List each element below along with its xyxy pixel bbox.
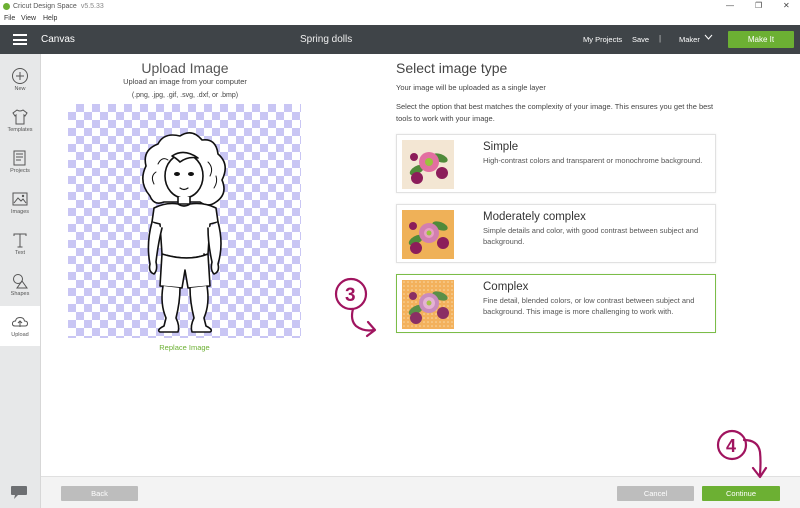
annotation-step-3: 3: [345, 285, 356, 306]
close-window-button[interactable]: ✕: [783, 1, 790, 10]
save-link[interactable]: Save: [632, 35, 649, 44]
cancel-button[interactable]: Cancel: [617, 486, 694, 501]
my-projects-link[interactable]: My Projects: [583, 35, 622, 44]
supported-formats: (.png, .jpg, .gif, .svg, .dxf, or .bmp): [131, 92, 239, 99]
simple-thumbnail: [402, 140, 454, 189]
sidebar-item-text[interactable]: Text: [0, 224, 40, 264]
chevron-down-icon[interactable]: [704, 33, 713, 43]
shirt-icon: [12, 109, 28, 125]
title-bar: Cricut Design Space v5.5.33 — ❐ ✕: [0, 0, 800, 14]
option-simple[interactable]: Simple High-contrast colors and transpar…: [396, 134, 716, 193]
make-it-button[interactable]: Make It: [728, 31, 794, 48]
minimize-button[interactable]: —: [726, 1, 734, 10]
option-name: Moderately complex: [483, 211, 586, 223]
machine-selector[interactable]: Maker: [679, 35, 700, 44]
sidebar-item-label: Projects: [10, 168, 30, 174]
image-icon: [12, 192, 28, 206]
option-description: High-contrast colors and transparent or …: [483, 156, 703, 165]
select-type-subtitle: Your image will be uploaded as a single …: [396, 83, 546, 92]
select-type-description: Select the option that best matches the …: [396, 102, 714, 123]
sidebar-item-label: Templates: [7, 127, 33, 133]
hamburger-menu-icon[interactable]: [13, 34, 27, 45]
menu-help[interactable]: Help: [43, 15, 57, 22]
select-type-title: Select image type: [396, 60, 508, 76]
sidebar-item-label: Text: [14, 250, 26, 256]
sidebar-item-label: Images: [10, 209, 30, 215]
menu-view[interactable]: View: [21, 15, 36, 22]
replace-image-link[interactable]: Replace Image: [68, 343, 301, 352]
upload-subtitle: Upload an image from your computer: [123, 77, 247, 86]
app-title: Cricut Design Space v5.5.33: [13, 3, 104, 10]
annotation-arrow-step-4: [742, 438, 762, 476]
option-description: Simple details and color, with good cont…: [483, 226, 699, 246]
upload-title: Upload Image: [141, 60, 229, 76]
header-separator: |: [659, 34, 662, 43]
sidebar-item-shapes[interactable]: Shapes: [0, 265, 40, 305]
text-icon: [13, 233, 27, 248]
image-preview: [68, 104, 301, 338]
sidebar-item-label: New: [14, 86, 26, 92]
plus-circle-icon: [12, 68, 28, 84]
bottom-action-bar: Back Cancel Continue: [41, 476, 800, 508]
restore-button[interactable]: ❐: [755, 1, 762, 10]
complex-thumbnail: [402, 280, 454, 329]
sidebar-item-upload[interactable]: Upload: [0, 306, 40, 346]
option-name: Complex: [483, 281, 529, 293]
left-sidebar: New Templates Projects Images Text Shape…: [0, 54, 41, 508]
menu-bar: File View Help: [0, 14, 800, 25]
chat-bubble-icon[interactable]: [10, 484, 28, 500]
option-complex[interactable]: Complex Fine detail, blended colors, or …: [396, 274, 716, 333]
cricut-logo-icon: [3, 3, 10, 10]
annotation-circle-step-3: [334, 277, 368, 311]
option-moderately-complex[interactable]: Moderately complex Simple details and co…: [396, 204, 716, 263]
option-name: Simple: [483, 141, 519, 153]
moderately-complex-thumbnail: [402, 210, 454, 259]
sidebar-item-images[interactable]: Images: [0, 183, 40, 223]
menu-file[interactable]: File: [4, 15, 15, 22]
annotation-arrow-step-3: [350, 307, 376, 332]
projects-icon: [13, 150, 26, 166]
upload-cloud-icon: [11, 316, 29, 327]
continue-button[interactable]: Continue: [702, 486, 780, 501]
project-name: Spring dolls: [300, 34, 353, 45]
app-header: Canvas Spring dolls My Projects Save | M…: [0, 25, 800, 54]
app-window: Cricut Design Space v5.5.33 — ❐ ✕ File Vi…: [0, 0, 800, 508]
doll-drawing: [142, 132, 226, 333]
shapes-icon: [13, 274, 28, 289]
sidebar-item-new[interactable]: New: [0, 60, 40, 100]
section-title: Canvas: [41, 34, 75, 45]
back-button[interactable]: Back: [61, 486, 138, 501]
sidebar-item-projects[interactable]: Projects: [0, 142, 40, 182]
annotation-circle-step-4: [716, 429, 748, 461]
sidebar-item-label: Shapes: [10, 291, 30, 297]
sidebar-item-templates[interactable]: Templates: [0, 101, 40, 141]
option-description: Fine detail, blended colors, or low cont…: [483, 296, 695, 316]
annotation-arrowhead-step-3: [365, 320, 377, 338]
sidebar-item-label: Upload: [11, 332, 29, 338]
annotation-step-4: 4: [726, 436, 736, 456]
app-version: v5.5.33: [80, 3, 104, 10]
